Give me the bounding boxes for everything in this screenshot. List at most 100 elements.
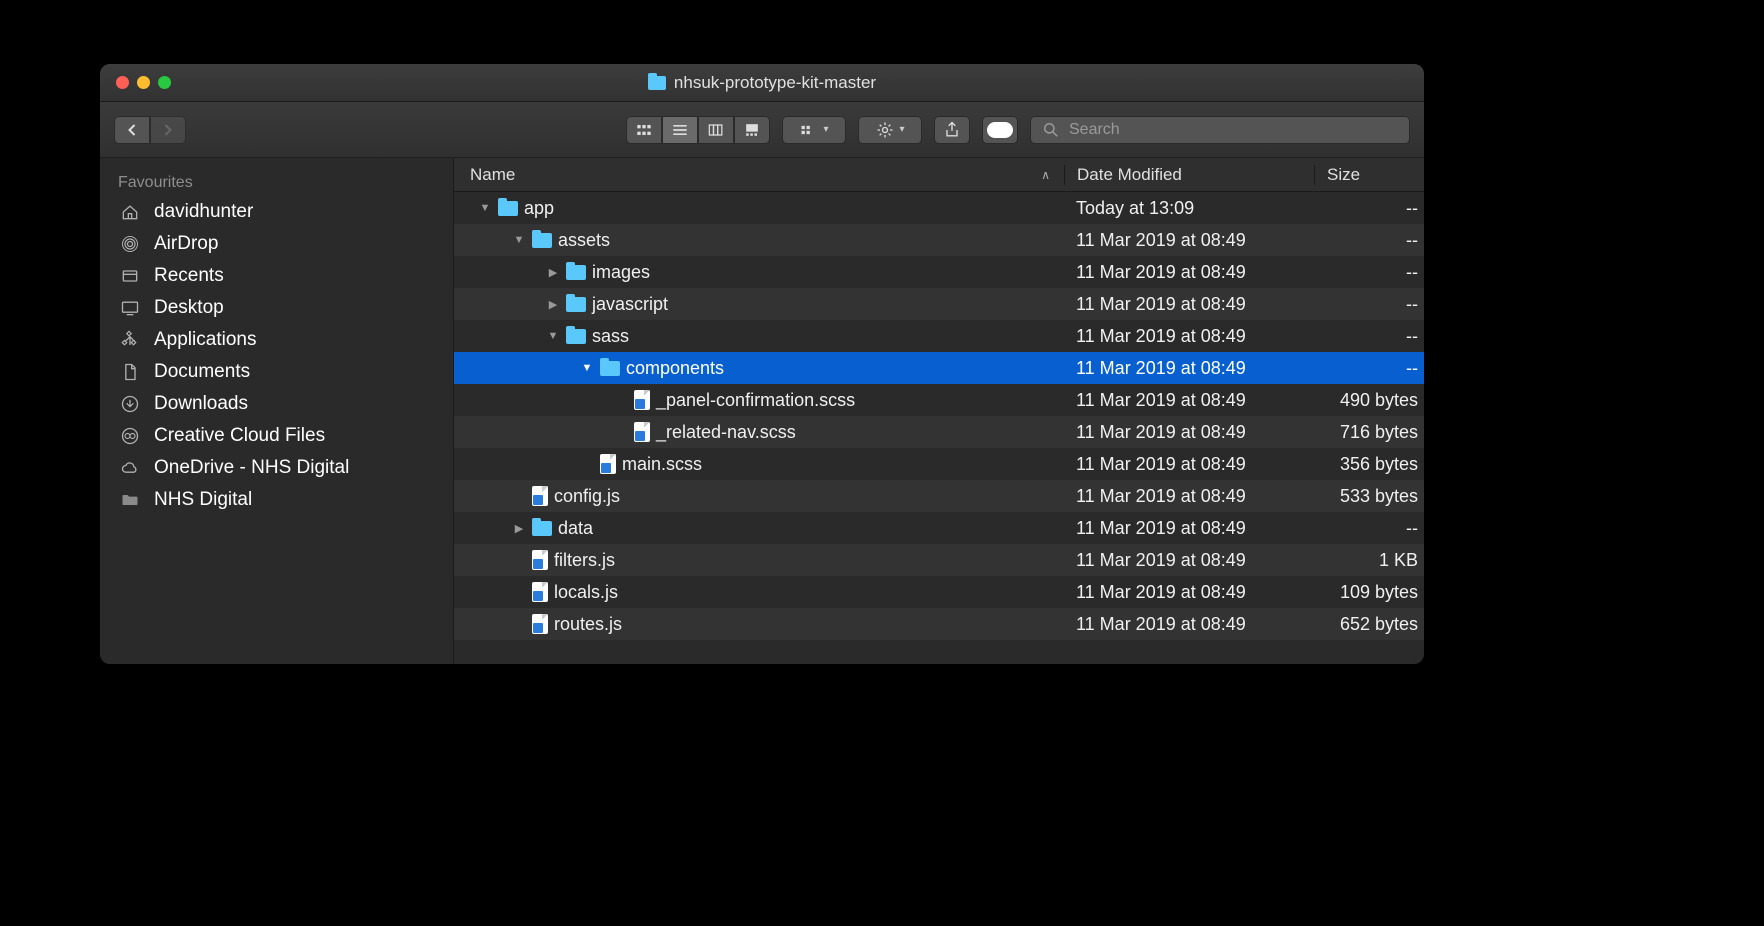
forward-button[interactable] xyxy=(150,116,186,144)
file-name: data xyxy=(558,518,593,539)
disclosure-open-icon[interactable]: ▼ xyxy=(580,361,594,375)
file-row[interactable]: main.scss 11 Mar 2019 at 08:49 356 bytes xyxy=(454,448,1424,480)
file-icon xyxy=(532,614,548,634)
folder-icon xyxy=(118,488,142,512)
sidebar-item-label: AirDrop xyxy=(154,233,218,255)
sidebar-item-label: davidhunter xyxy=(154,201,253,223)
sidebar-item-downloads[interactable]: Downloads xyxy=(100,388,453,420)
sidebar-item-label: Creative Cloud Files xyxy=(154,425,325,447)
minimize-button[interactable] xyxy=(137,76,150,89)
file-name: routes.js xyxy=(554,614,622,635)
disclosure-open-icon[interactable]: ▼ xyxy=(546,329,560,343)
file-date: 11 Mar 2019 at 08:49 xyxy=(1064,390,1314,411)
file-name: config.js xyxy=(554,486,620,507)
file-size: 490 bytes xyxy=(1314,390,1424,411)
close-button[interactable] xyxy=(116,76,129,89)
column-size[interactable]: Size xyxy=(1314,165,1424,185)
column-name[interactable]: Name ∧ xyxy=(454,165,1064,185)
finder-window: nhsuk-prototype-kit-master xyxy=(100,64,1424,664)
file-size: 1 KB xyxy=(1314,550,1424,571)
disclosure-closed-icon[interactable]: ▶ xyxy=(546,297,560,311)
view-list-button[interactable] xyxy=(662,116,698,144)
file-list[interactable]: ▼ app Today at 13:09 -- ▼assets 11 Mar 20… xyxy=(454,192,1424,664)
file-size: 109 bytes xyxy=(1314,582,1424,603)
file-size: 533 bytes xyxy=(1314,486,1424,507)
file-row[interactable]: routes.js 11 Mar 2019 at 08:49 652 bytes xyxy=(454,608,1424,640)
sidebar: Favourites davidhunterAirDropRecentsDesk… xyxy=(100,158,454,664)
folder-icon xyxy=(566,329,586,344)
file-row[interactable]: filters.js 11 Mar 2019 at 08:49 1 KB xyxy=(454,544,1424,576)
group-by-button[interactable]: ▾ xyxy=(782,116,846,144)
file-date: Today at 13:09 xyxy=(1064,198,1314,219)
sidebar-item-label: Desktop xyxy=(154,297,224,319)
file-row[interactable]: locals.js 11 Mar 2019 at 08:49 109 bytes xyxy=(454,576,1424,608)
folder-row[interactable]: ▼ app Today at 13:09 -- xyxy=(454,192,1424,224)
downloads-icon xyxy=(118,392,142,416)
fullscreen-button[interactable] xyxy=(158,76,171,89)
file-size: -- xyxy=(1314,518,1424,539)
sidebar-item-label: OneDrive - NHS Digital xyxy=(154,457,349,479)
folder-row[interactable]: ▶data 11 Mar 2019 at 08:49 -- xyxy=(454,512,1424,544)
recents-icon xyxy=(118,264,142,288)
sidebar-item-label: Recents xyxy=(154,265,224,287)
columns-header: Name ∧ Date Modified Size xyxy=(454,158,1424,192)
column-date[interactable]: Date Modified xyxy=(1064,165,1314,185)
gear-icon xyxy=(875,120,895,140)
titlebar: nhsuk-prototype-kit-master xyxy=(100,64,1424,102)
view-icon-button[interactable] xyxy=(626,116,662,144)
folder-row[interactable]: ▼sass 11 Mar 2019 at 08:49 -- xyxy=(454,320,1424,352)
file-row[interactable]: config.js 11 Mar 2019 at 08:49 533 bytes xyxy=(454,480,1424,512)
folder-row[interactable]: ▼components 11 Mar 2019 at 08:49 -- xyxy=(454,352,1424,384)
file-date: 11 Mar 2019 at 08:49 xyxy=(1064,614,1314,635)
share-button[interactable] xyxy=(934,116,970,144)
chevron-right-icon xyxy=(158,120,178,140)
disclosure-closed-icon[interactable]: ▶ xyxy=(546,265,560,279)
file-name: filters.js xyxy=(554,550,615,571)
view-columns-button[interactable] xyxy=(698,116,734,144)
sidebar-item-label: NHS Digital xyxy=(154,489,252,511)
sidebar-item-recents[interactable]: Recents xyxy=(100,260,453,292)
disclosure-closed-icon[interactable]: ▶ xyxy=(512,521,526,535)
sidebar-item-airdrop[interactable]: AirDrop xyxy=(100,228,453,260)
disclosure-open-icon[interactable]: ▼ xyxy=(478,201,492,215)
search-box[interactable] xyxy=(1030,116,1410,144)
file-size: -- xyxy=(1314,198,1424,219)
file-row[interactable]: _related-nav.scss 11 Mar 2019 at 08:49 7… xyxy=(454,416,1424,448)
folder-row[interactable]: ▼assets 11 Mar 2019 at 08:49 -- xyxy=(454,224,1424,256)
sidebar-item-label: Downloads xyxy=(154,393,248,415)
tags-button[interactable] xyxy=(982,116,1018,144)
file-size: -- xyxy=(1314,294,1424,315)
traffic-lights xyxy=(100,76,171,89)
sidebar-item-creative-cloud-files[interactable]: Creative Cloud Files xyxy=(100,420,453,452)
file-name: _panel-confirmation.scss xyxy=(656,390,855,411)
folder-row[interactable]: ▶images 11 Mar 2019 at 08:49 -- xyxy=(454,256,1424,288)
file-icon xyxy=(532,582,548,602)
file-browser: Name ∧ Date Modified Size ▼ app Today at … xyxy=(454,158,1424,664)
documents-icon xyxy=(118,360,142,384)
file-name: app xyxy=(524,198,554,219)
search-input[interactable] xyxy=(1069,121,1399,139)
action-button[interactable]: ▾ xyxy=(858,116,922,144)
file-row[interactable]: _panel-confirmation.scss 11 Mar 2019 at … xyxy=(454,384,1424,416)
cc-icon xyxy=(118,424,142,448)
file-name: main.scss xyxy=(622,454,702,475)
file-icon xyxy=(600,454,616,474)
file-size: 652 bytes xyxy=(1314,614,1424,635)
sidebar-item-documents[interactable]: Documents xyxy=(100,356,453,388)
columns-icon xyxy=(706,120,726,140)
folder-row[interactable]: ▶javascript 11 Mar 2019 at 08:49 -- xyxy=(454,288,1424,320)
file-date: 11 Mar 2019 at 08:49 xyxy=(1064,454,1314,475)
view-gallery-button[interactable] xyxy=(734,116,770,144)
folder-icon xyxy=(566,297,586,312)
disclosure-open-icon[interactable]: ▼ xyxy=(512,233,526,247)
file-size: 716 bytes xyxy=(1314,422,1424,443)
back-button[interactable] xyxy=(114,116,150,144)
sidebar-item-desktop[interactable]: Desktop xyxy=(100,292,453,324)
sidebar-item-nhs-digital[interactable]: NHS Digital xyxy=(100,484,453,516)
folder-icon xyxy=(600,361,620,376)
file-name: _related-nav.scss xyxy=(656,422,796,443)
folder-icon xyxy=(532,233,552,248)
sidebar-item-davidhunter[interactable]: davidhunter xyxy=(100,196,453,228)
sidebar-item-applications[interactable]: Applications xyxy=(100,324,453,356)
sidebar-item-onedrive-nhs-digital[interactable]: OneDrive - NHS Digital xyxy=(100,452,453,484)
